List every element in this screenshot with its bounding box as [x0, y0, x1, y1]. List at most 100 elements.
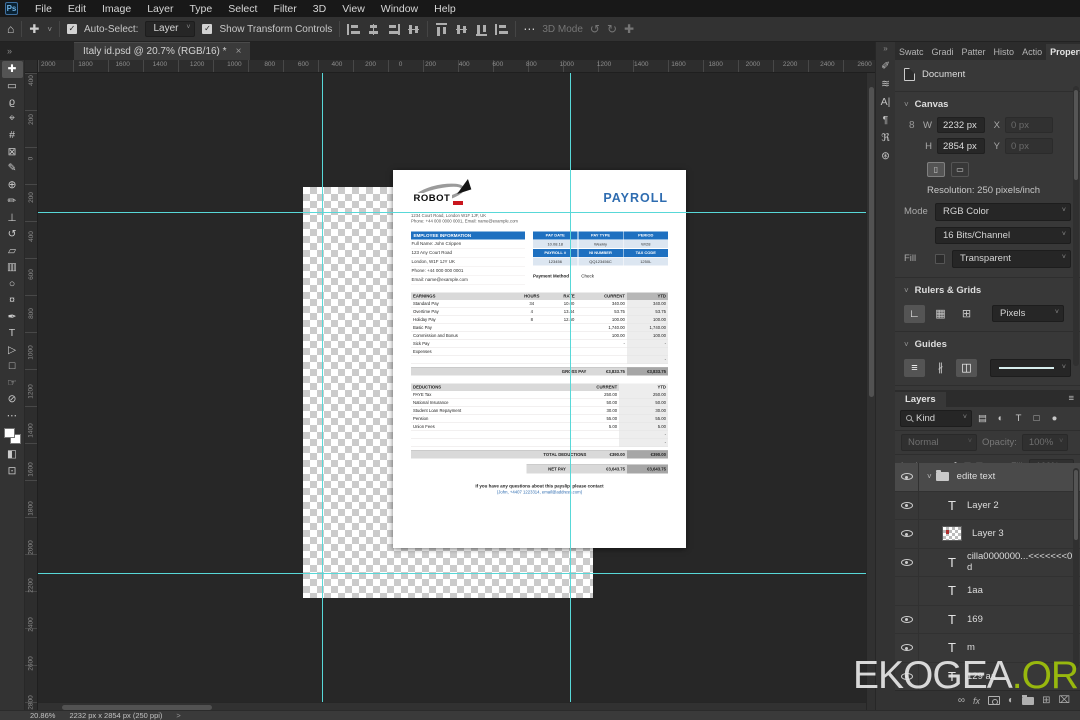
canvas-area[interactable]: ROBOT PAYROLL 1234 Court Road, London W1… — [38, 73, 875, 710]
layer-filter-icon[interactable]: ◐ — [993, 411, 1008, 426]
layer-name[interactable]: Layer 3 — [972, 528, 1004, 539]
guides-toggle[interactable]: ◫ — [956, 358, 977, 377]
layer-effects-icon[interactable]: fx — [973, 696, 980, 706]
tool-button[interactable]: ¤ — [2, 292, 23, 309]
canvas-section-header[interactable]: ˅ Canvas — [895, 94, 1080, 115]
tool-button[interactable]: ▭ — [2, 78, 23, 95]
dock-panel-icon[interactable]: A| — [877, 93, 895, 111]
vertical-guide[interactable] — [322, 73, 323, 710]
layer-filter-icon[interactable]: □ — [1029, 411, 1044, 426]
units-select[interactable]: Pixels ˅ — [992, 304, 1064, 323]
layer-filter-icon[interactable]: T — [1011, 411, 1026, 426]
layer-name[interactable]: Layer 2 — [967, 500, 999, 511]
distribute-horizontal-icon[interactable] — [436, 22, 448, 36]
foreground-color-swatch[interactable] — [3, 428, 15, 438]
menu-item[interactable]: View — [334, 3, 373, 15]
layer-filter-icon[interactable]: ▤ — [975, 411, 990, 426]
canvas-width-field[interactable]: 2232 px — [937, 117, 985, 133]
rulers-grid-toggle[interactable]: ▦ — [930, 305, 951, 323]
dock-panel-icon[interactable]: ℜ — [877, 129, 895, 147]
menu-item[interactable]: Layer — [139, 3, 181, 15]
distribute-vertical-icon[interactable] — [456, 22, 468, 36]
tool-button[interactable]: ⊠ — [2, 144, 23, 161]
layer-name[interactable]: cilla0000000...<<<<<<<0 d — [967, 551, 1080, 573]
color-swatches[interactable] — [3, 428, 21, 444]
fill-select[interactable]: Transparent ˅ — [952, 250, 1071, 268]
tool-button[interactable]: ⋯ — [2, 408, 23, 425]
distribute-center-icon[interactable] — [476, 22, 488, 36]
layer-row[interactable]: ˅ T cilla0000000...<<<<<<<0 d — [895, 548, 1080, 577]
scrollbar-thumb[interactable] — [869, 87, 874, 397]
rulers-grid-toggle[interactable]: ⊞ — [956, 305, 977, 323]
layer-name[interactable]: 1aa — [967, 585, 983, 596]
tool-button[interactable]: ☞ — [2, 375, 23, 392]
panel-collapse-icon[interactable]: » — [7, 46, 12, 56]
tool-button[interactable]: ✎ — [2, 160, 23, 177]
layer-row[interactable]: ˅ T 169 — [895, 605, 1080, 634]
menu-item[interactable]: File — [27, 3, 60, 15]
menu-item[interactable]: Window — [373, 3, 426, 15]
vertical-guide[interactable] — [570, 73, 571, 710]
guides-section-header[interactable]: ˅ Guides — [895, 334, 1080, 355]
canvas-vertical-scrollbar[interactable] — [866, 73, 875, 710]
tool-button[interactable]: ⌖ — [2, 111, 23, 128]
dock-panel-icon[interactable]: ¶ — [877, 111, 895, 129]
tool-button[interactable]: ↺ — [2, 226, 23, 243]
tool-button[interactable]: # — [2, 127, 23, 144]
guides-toggle[interactable]: ≡ — [904, 358, 925, 377]
layer-row[interactable]: ˅ T 1aa — [895, 577, 1080, 606]
3d-mode-icon[interactable]: ✚ — [624, 23, 634, 35]
quick-mask-button[interactable]: ◧ — [2, 446, 23, 463]
menu-item[interactable]: Type — [181, 3, 220, 15]
3d-mode-icon[interactable]: ↺ — [590, 23, 600, 35]
tool-button[interactable]: ✏ — [2, 193, 23, 210]
tool-button[interactable]: ⊥ — [2, 210, 23, 227]
visibility-toggle[interactable] — [895, 548, 919, 576]
layer-row[interactable]: ˅ T Layer 3 — [895, 520, 1080, 549]
dock-panel-icon[interactable]: ≋ — [877, 75, 895, 93]
menu-item[interactable]: 3D — [305, 3, 334, 15]
tool-button[interactable]: ⊕ — [2, 177, 23, 194]
group-expand-icon[interactable]: ˅ — [927, 472, 932, 481]
align-left-icon[interactable] — [347, 23, 361, 35]
opacity-select[interactable]: 100% ˅ — [1021, 434, 1069, 451]
panel-tab[interactable]: Actio — [1018, 44, 1046, 60]
layers-tab[interactable]: Layers — [895, 392, 946, 407]
zoom-level[interactable]: 20.86% — [30, 711, 55, 720]
menu-item[interactable]: Help — [426, 3, 464, 15]
auto-select-target-dropdown[interactable]: Layer ˅ — [145, 21, 196, 37]
canvas-height-field[interactable]: 2854 px — [937, 138, 985, 154]
menu-item[interactable]: Filter — [265, 3, 304, 15]
visibility-toggle[interactable] — [895, 520, 919, 548]
layer-name[interactable]: edite text — [957, 471, 996, 482]
distribute-spacing-icon[interactable] — [495, 23, 509, 35]
layer-row[interactable]: ˅ T Layer 2 — [895, 491, 1080, 520]
scrollbar-thumb[interactable] — [1074, 470, 1078, 540]
align-top-icon[interactable] — [408, 22, 420, 36]
layer-name[interactable]: m — [967, 642, 975, 653]
layer-filter-icon[interactable]: ● — [1047, 411, 1062, 426]
status-chevron-icon[interactable]: > — [176, 711, 180, 720]
tool-button[interactable]: T — [2, 325, 23, 342]
new-group-icon[interactable] — [1022, 694, 1035, 705]
payroll-page-layer[interactable]: ROBOT PAYROLL 1234 Court Road, London W1… — [393, 170, 686, 548]
panel-tab[interactable]: Histo — [990, 44, 1019, 60]
blend-mode-select[interactable]: Normal ˅ — [901, 434, 977, 451]
panel-tab[interactable]: Properties — [1046, 44, 1080, 60]
more-options-icon[interactable]: ⋯ — [523, 23, 535, 35]
tool-button[interactable]: ✒ — [2, 309, 23, 326]
show-transform-checkbox[interactable]: ✓ — [202, 24, 213, 34]
tool-button[interactable]: ○ — [2, 276, 23, 293]
tool-button[interactable]: □ — [2, 358, 23, 375]
expand-panels-icon[interactable]: » — [883, 44, 887, 53]
dock-panel-icon[interactable]: ⊛ — [877, 147, 895, 165]
rulers-grid-toggle[interactable]: ∟ — [904, 304, 925, 323]
visibility-toggle[interactable] — [895, 577, 919, 605]
fill-color-chip[interactable] — [935, 253, 945, 264]
3d-mode-icon[interactable]: ↻ — [607, 23, 617, 35]
filter-kind-select[interactable]: Kind ˅ — [900, 410, 972, 427]
document-tab[interactable]: Italy id.psd @ 20.7% (RGB/16) * × — [74, 42, 251, 60]
bit-depth-select[interactable]: 16 Bits/Channel ˅ — [935, 226, 1071, 244]
panel-tab[interactable]: Swatc — [895, 44, 928, 60]
home-icon[interactable]: ⌂ — [7, 23, 14, 35]
